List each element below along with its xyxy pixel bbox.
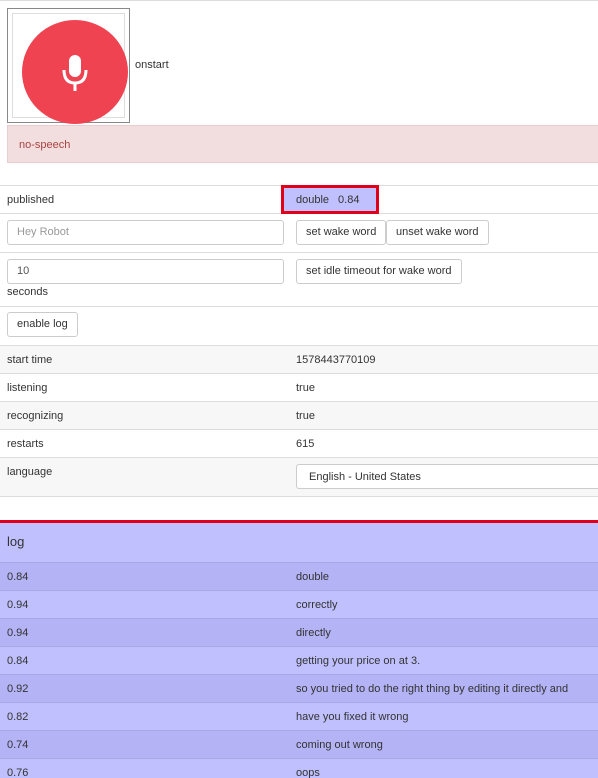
info-label: start time <box>7 354 53 366</box>
log-row: 0.92 so you tried to do the right thing … <box>0 674 598 702</box>
info-row-listening: listening true <box>0 373 598 401</box>
mic-button[interactable] <box>7 8 130 124</box>
top-divider <box>0 0 598 1</box>
divider <box>0 252 598 253</box>
log-row: 0.76 oops <box>0 758 598 778</box>
log-text: so you tried to do the right thing by ed… <box>296 683 569 695</box>
log-text: getting your price on at 3. <box>296 655 421 667</box>
log-confidence: 0.92 <box>7 683 29 695</box>
log-row: 0.84 double <box>0 562 598 590</box>
divider <box>0 306 598 307</box>
published-word: double <box>296 194 330 206</box>
info-label: recognizing <box>7 410 64 422</box>
log-row: 0.82 have you fixed it wrong <box>0 702 598 730</box>
log-confidence: 0.84 <box>7 655 29 667</box>
info-label: restarts <box>7 438 44 450</box>
log-text: double <box>296 571 330 583</box>
published-label: published <box>7 194 55 206</box>
error-alert: no-speech <box>7 125 598 163</box>
log-text: correctly <box>296 599 338 611</box>
set-idle-timeout-button[interactable]: set idle timeout for wake word <box>296 259 462 284</box>
log-title: log <box>7 534 25 549</box>
log-confidence: 0.82 <box>7 711 29 723</box>
info-row-recognizing: recognizing true <box>0 401 598 429</box>
info-value: 1578443770109 <box>296 354 376 366</box>
log-text: coming out wrong <box>296 739 383 751</box>
log-text: oops <box>296 767 320 778</box>
log-row: 0.74 coming out wrong <box>0 730 598 758</box>
info-value: 615 <box>296 438 315 450</box>
log-text: directly <box>296 627 331 639</box>
log-confidence: 0.84 <box>7 571 29 583</box>
published-confidence: 0.84 <box>338 194 360 206</box>
info-row-start-time: start time 1578443770109 <box>0 345 598 373</box>
language-select[interactable]: English - United States <box>296 464 598 489</box>
log-confidence: 0.74 <box>7 739 29 751</box>
info-value: true <box>296 382 315 394</box>
seconds-label: seconds <box>7 286 48 298</box>
log-confidence: 0.94 <box>7 627 29 639</box>
set-wake-word-button[interactable]: set wake word <box>296 220 387 245</box>
info-label: listening <box>7 382 48 394</box>
log-row: 0.84 getting your price on at 3. <box>0 646 598 674</box>
published-result: double 0.84 <box>281 185 379 214</box>
microphone-icon <box>62 55 88 91</box>
log-panel: log 0.84 double 0.94 correctly 0.94 dire… <box>0 523 598 778</box>
mic-button-inner <box>12 13 128 124</box>
info-row-restarts: restarts 615 <box>0 429 598 457</box>
event-status-label: onstart <box>135 59 169 71</box>
unset-wake-word-button[interactable]: unset wake word <box>386 220 489 245</box>
log-confidence: 0.94 <box>7 599 29 611</box>
log-text: have you fixed it wrong <box>296 711 409 723</box>
log-row: 0.94 directly <box>0 618 598 646</box>
enable-log-button[interactable]: enable log <box>7 312 78 337</box>
wake-word-input[interactable]: Hey Robot <box>7 220 284 245</box>
log-row: 0.94 correctly <box>0 590 598 618</box>
mic-circle <box>22 20 128 124</box>
log-confidence: 0.76 <box>7 767 29 778</box>
language-label: language <box>7 466 53 478</box>
info-value: true <box>296 410 315 422</box>
idle-timeout-input[interactable]: 10 <box>7 259 284 284</box>
